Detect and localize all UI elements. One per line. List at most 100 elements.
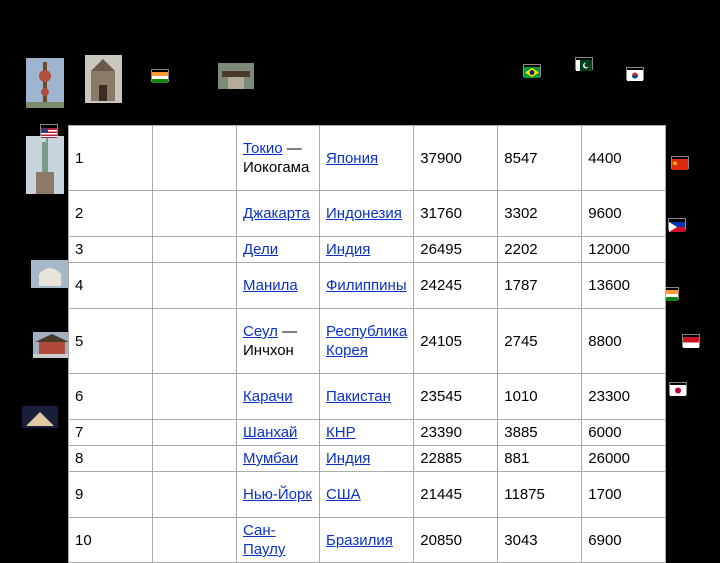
country-link[interactable]: Пакистан [326, 388, 391, 405]
city-cell: Карачи [236, 373, 320, 420]
rank-cell: 2 [68, 190, 153, 237]
density-cell: 13600 [581, 262, 667, 309]
rank-cell: 4 [68, 262, 153, 309]
country-cell: Япония [318, 125, 415, 191]
city-link[interactable]: Нью-Йорк [243, 486, 312, 503]
population-cell: 26495 [413, 236, 499, 263]
empty-cell [152, 445, 237, 472]
city-link[interactable]: Джакарта [243, 205, 310, 222]
megacities-table: 1 Токио — Иокогама Япония 37900 8547 4400 2 Джа… [68, 125, 667, 563]
table-row: 1 Токио — Иокогама Япония 37900 8547 4400 [68, 125, 667, 191]
city-link[interactable]: Сеул [243, 323, 278, 340]
density-cell: 12000 [581, 236, 667, 263]
density-cell: 9600 [581, 190, 667, 237]
japan-flag-icon [669, 382, 687, 396]
density-cell: 23300 [581, 373, 667, 420]
table-row: 10 Сан-Паулу Бразилия 20850 3043 6900 [68, 517, 667, 563]
rank-value: 6 [75, 388, 84, 405]
table-row: 2 Джакарта Индонезия 31760 3302 9600 [68, 190, 667, 237]
rank-value: 10 [75, 531, 92, 549]
city-link[interactable]: Мумбаи [243, 450, 298, 467]
rank-value: 2 [75, 205, 84, 222]
country-link[interactable]: Индия [326, 241, 370, 258]
country-link[interactable]: США [326, 486, 361, 503]
area-cell: 3043 [497, 517, 583, 563]
city-cell: Токио — Иокогама [236, 125, 320, 191]
shanghai-tower-photo [26, 58, 64, 108]
area-cell: 3885 [497, 419, 583, 446]
density-cell: 6000 [581, 419, 667, 446]
philippines-flag-icon [668, 218, 686, 232]
country-link[interactable]: Индонезия [326, 205, 402, 222]
rank-value: 4 [75, 277, 84, 294]
pakistan-flag-icon [575, 57, 593, 71]
rank-cell: 10 [68, 517, 153, 563]
area-cell: 11875 [497, 471, 583, 518]
rank-cell: 3 [68, 236, 153, 263]
area-cell: 2745 [497, 308, 583, 374]
seoul-palace-photo [33, 332, 71, 358]
country-cell: Пакистан [318, 373, 415, 420]
rank-value: 9 [75, 486, 84, 503]
rank-value: 8 [75, 450, 84, 467]
country-link[interactable]: КНР [326, 424, 356, 441]
population-cell: 21445 [413, 471, 499, 518]
country-cell: Бразилия [318, 517, 415, 563]
empty-cell [152, 190, 237, 237]
country-link[interactable]: Япония [326, 150, 378, 167]
brazil-flag-icon [523, 64, 541, 78]
empty-cell [152, 308, 237, 374]
density-cell: 26000 [581, 445, 667, 472]
usa-flag-icon [40, 124, 58, 138]
mumbai-gateway-photo [22, 406, 58, 428]
city-link[interactable]: Шанхай [243, 424, 297, 441]
area-cell: 1787 [497, 262, 583, 309]
city-link[interactable]: Дели [243, 241, 278, 258]
population-cell: 23390 [413, 419, 499, 446]
area-cell: 2202 [497, 236, 583, 263]
city-cell: Манила [236, 262, 320, 309]
area-cell: 8547 [497, 125, 583, 191]
china-flag-icon [671, 156, 689, 170]
population-cell: 24105 [413, 308, 499, 374]
population-cell: 23545 [413, 373, 499, 420]
empty-cell [152, 517, 237, 563]
india-flag-icon [151, 69, 169, 83]
country-cell: Филиппины [318, 262, 415, 309]
area-cell: 1010 [497, 373, 583, 420]
table-row: 8 Мумбаи Индия 22885 881 26000 [68, 445, 667, 472]
rank-cell: 8 [68, 445, 153, 472]
density-cell: 6900 [581, 517, 667, 563]
rank-value: 1 [75, 149, 84, 167]
country-cell: США [318, 471, 415, 518]
table-row: 3 Дели Индия 26495 2202 12000 [68, 236, 667, 263]
population-cell: 20850 [413, 517, 499, 563]
rank-cell: 6 [68, 373, 153, 420]
country-link[interactable]: Республика Корея [326, 323, 407, 359]
empty-cell [152, 125, 237, 191]
city-cell: Сан-Паулу [236, 517, 320, 563]
city-link[interactable]: Карачи [243, 388, 293, 405]
table-row: 7 Шанхай КНР 23390 3885 6000 [68, 419, 667, 446]
empty-cell [152, 373, 237, 420]
area-cell: 3302 [497, 190, 583, 237]
country-cell: Индия [318, 236, 415, 263]
indonesia-flag-icon [682, 334, 700, 348]
city-cell: Нью-Йорк [236, 471, 320, 518]
city-link[interactable]: Сан-Паулу [243, 522, 285, 558]
population-cell: 24245 [413, 262, 499, 309]
density-cell: 4400 [581, 125, 667, 191]
karachi-mausoleum-photo [31, 260, 69, 288]
city-link[interactable]: Токио [243, 140, 283, 157]
rank-cell: 7 [68, 419, 153, 446]
city-cell: Сеул — Инчхон [236, 308, 320, 374]
country-cell: Индонезия [318, 190, 415, 237]
country-link[interactable]: Индия [326, 450, 370, 467]
density-cell: 8800 [581, 308, 667, 374]
country-link[interactable]: Филиппины [326, 277, 407, 294]
rank-cell: 1 [68, 125, 153, 191]
table-row: 5 Сеул — Инчхон Республика Корея 24105 2745 8… [68, 308, 667, 374]
country-link[interactable]: Бразилия [326, 532, 393, 549]
city-link[interactable]: Манила [243, 277, 298, 294]
city-cell: Шанхай [236, 419, 320, 446]
